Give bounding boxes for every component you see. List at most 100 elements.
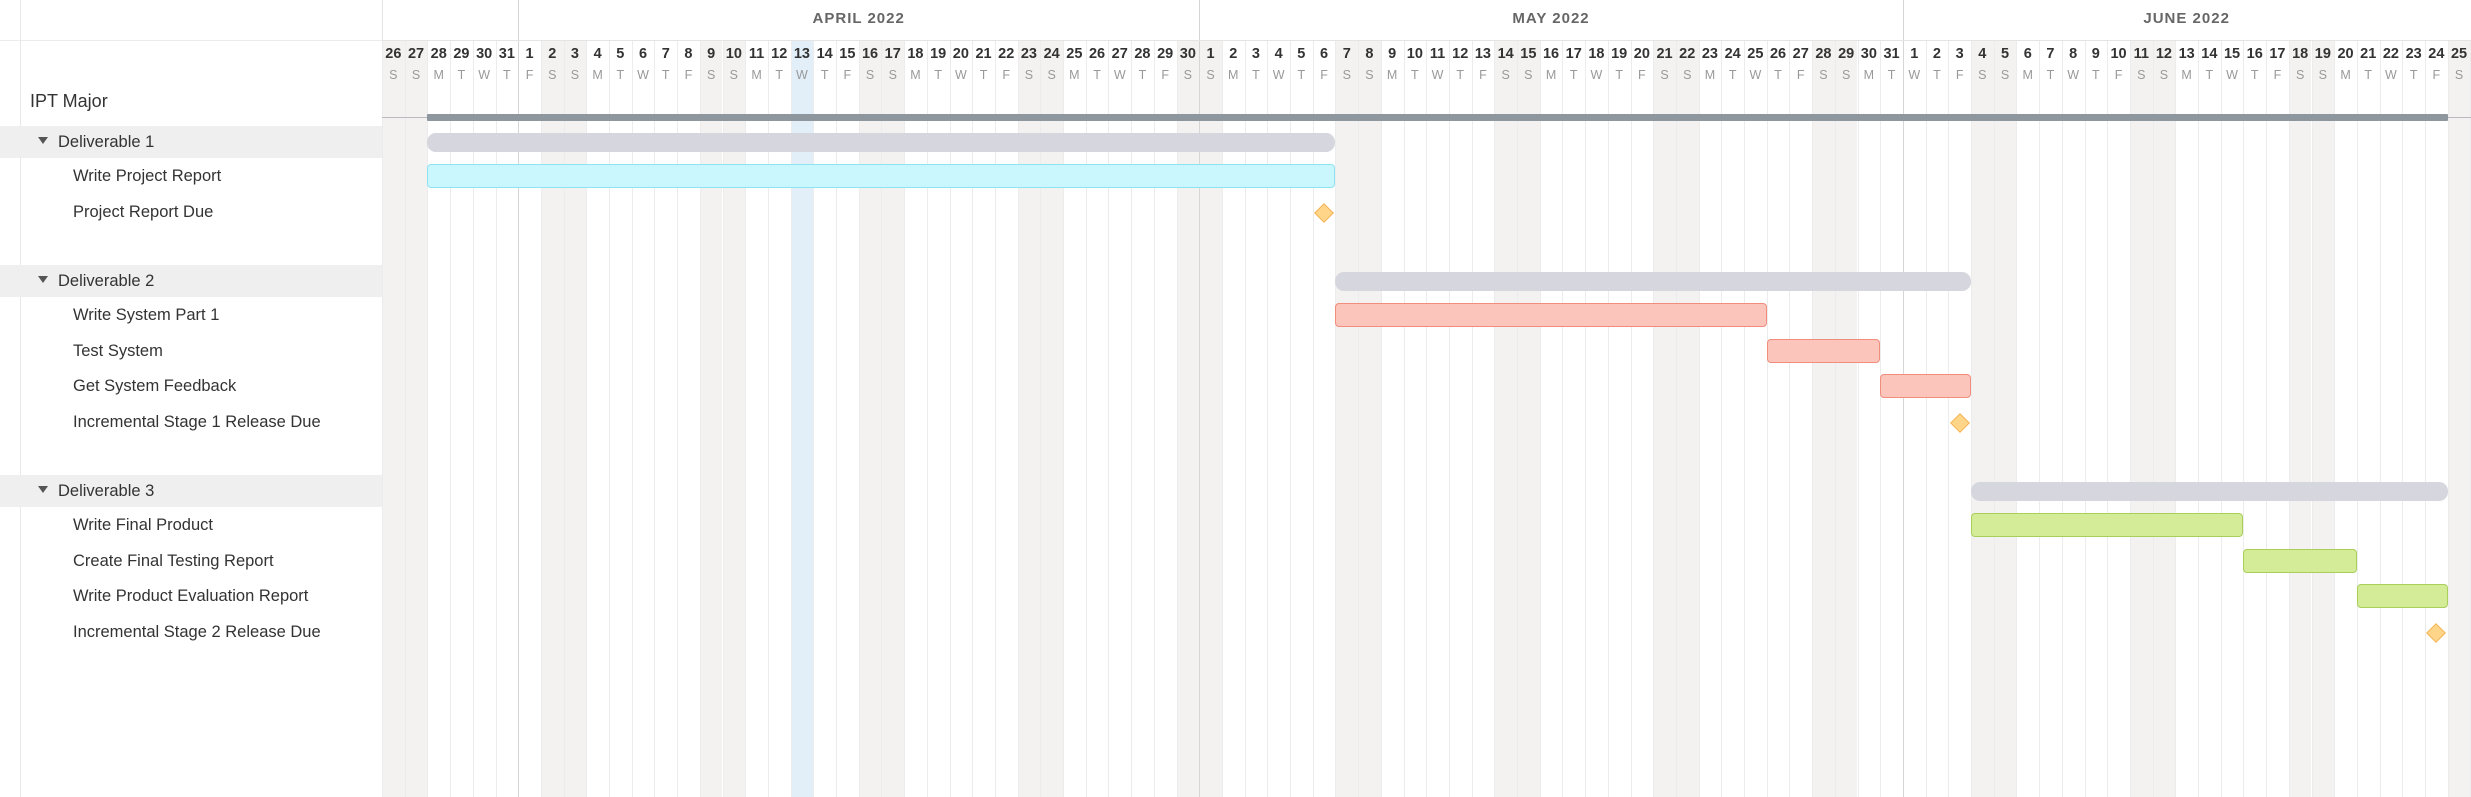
- day-gridline: [1494, 40, 1496, 797]
- day-number: 28: [1134, 46, 1151, 62]
- caret-down-icon[interactable]: [38, 137, 48, 145]
- group-row-deliverable-2[interactable]: Deliverable 2: [38, 265, 154, 297]
- task-row[interactable]: Write Final Product: [73, 510, 213, 540]
- task-bar[interactable]: [2243, 548, 2357, 573]
- day-number: 15: [2223, 46, 2241, 62]
- day-letter: T: [1887, 68, 1896, 82]
- deliverable-summary-bar[interactable]: [1971, 482, 2448, 501]
- day-letter: S: [1206, 68, 1215, 82]
- day-number: 31: [1883, 46, 1900, 62]
- day-letter: F: [1161, 68, 1169, 82]
- month-label: JUNE 2022: [2143, 10, 2230, 27]
- day-gridline: [1267, 40, 1269, 797]
- deliverable-summary-bar[interactable]: [1335, 272, 1971, 291]
- day-number: 3: [570, 46, 579, 62]
- weekend-column: [2152, 40, 2176, 797]
- day-number: 14: [2201, 46, 2218, 62]
- day-gridline: [2107, 40, 2109, 797]
- day-number: 30: [1179, 46, 1196, 62]
- project-title[interactable]: IPT Major: [30, 91, 108, 112]
- day-gridline: [1517, 40, 1518, 797]
- project-summary-bar[interactable]: [427, 114, 2448, 121]
- task-bar[interactable]: [1766, 338, 1881, 363]
- day-letter: T: [934, 68, 942, 82]
- day-number: 17: [1565, 46, 1582, 62]
- day-gridline: [1857, 40, 1859, 797]
- milestone-row[interactable]: Project Report Due: [73, 197, 213, 227]
- task-row[interactable]: Write Project Report: [73, 161, 221, 191]
- day-letter: S: [1978, 68, 1987, 82]
- milestone-row[interactable]: Incremental Stage 2 Release Due: [73, 617, 321, 647]
- weekend-column: [699, 40, 723, 797]
- day-number: 25: [1066, 46, 1083, 62]
- day-gridline: [2243, 40, 2245, 797]
- task-bar[interactable]: [2356, 584, 2448, 608]
- day-number: 27: [1792, 46, 1809, 62]
- day-gridline: [404, 40, 406, 797]
- task-row[interactable]: Create Final Testing Report: [73, 546, 274, 576]
- milestone-row[interactable]: Incremental Stage 1 Release Due: [73, 407, 321, 437]
- day-letter: T: [1728, 68, 1737, 82]
- day-gridline: [1335, 40, 1337, 797]
- day-number: 20: [952, 46, 969, 62]
- day-number: 26: [1088, 46, 1106, 62]
- caret-down-icon[interactable]: [38, 276, 48, 284]
- day-number: 23: [1020, 46, 1037, 62]
- day-letter: T: [2092, 68, 2100, 82]
- day-gridline: [2334, 40, 2336, 797]
- task-row[interactable]: Test System: [73, 336, 163, 366]
- day-letter: M: [1863, 68, 1875, 82]
- deliverable-summary-bar[interactable]: [427, 133, 1336, 152]
- task-bar[interactable]: [1880, 374, 1971, 398]
- day-letter: T: [457, 68, 466, 82]
- day-letter: F: [1320, 68, 1328, 82]
- day-number: 17: [884, 46, 901, 62]
- day-number: 18: [1588, 46, 1605, 62]
- day-gridline: [767, 40, 769, 797]
- weekend-column: [1993, 40, 2017, 797]
- day-number: 24: [2428, 46, 2445, 62]
- group-row-deliverable-1[interactable]: Deliverable 1: [38, 126, 154, 158]
- day-gridline: [450, 40, 452, 797]
- diamond-icon[interactable]: [2426, 622, 2447, 643]
- diamond-icon[interactable]: [1314, 202, 1334, 223]
- day-gridline: [1675, 40, 1677, 797]
- day-gridline: [1971, 40, 1972, 797]
- task-bar[interactable]: [427, 164, 1336, 188]
- day-gridline: [2447, 40, 2449, 797]
- day-letter: S: [2318, 68, 2328, 82]
- day-gridline: [1948, 40, 1950, 797]
- day-gridline: [1153, 40, 1155, 797]
- day-gridline: [2061, 40, 2063, 797]
- group-label: Deliverable 1: [58, 133, 155, 151]
- day-number: 6: [2023, 46, 2032, 62]
- day-gridline: [1290, 40, 1291, 797]
- day-letter: T: [661, 68, 670, 82]
- day-number: 7: [661, 46, 670, 62]
- task-row[interactable]: Write Product Evaluation Report: [73, 581, 308, 611]
- caret-down-icon[interactable]: [38, 486, 48, 494]
- day-gridline: [472, 40, 474, 797]
- diamond-icon[interactable]: [1949, 412, 1970, 433]
- task-row[interactable]: Write System Part 1: [73, 300, 219, 330]
- day-gridline: [1539, 40, 1541, 797]
- day-gridline: [1607, 40, 1609, 797]
- day-gridline: [1721, 40, 1723, 797]
- day-letter: S: [865, 68, 875, 82]
- day-gridline: [926, 40, 928, 797]
- day-number: 25: [1747, 46, 1764, 62]
- task-row[interactable]: Get System Feedback: [73, 371, 236, 401]
- day-number: 18: [2292, 46, 2309, 62]
- day-number: 9: [2091, 46, 2100, 62]
- group-label: Deliverable 3: [58, 482, 155, 500]
- day-gridline: [699, 40, 701, 797]
- task-bar[interactable]: [1971, 513, 2244, 537]
- group-row-deliverable-3[interactable]: Deliverable 3: [38, 475, 154, 507]
- weekend-column: [2288, 40, 2312, 797]
- header-divider: [0, 40, 382, 41]
- day-letter: S: [729, 68, 739, 82]
- day-letter: T: [820, 68, 829, 82]
- task-bar[interactable]: [1335, 303, 1767, 327]
- day-letter: W: [1590, 68, 1603, 82]
- day-letter: F: [684, 68, 693, 82]
